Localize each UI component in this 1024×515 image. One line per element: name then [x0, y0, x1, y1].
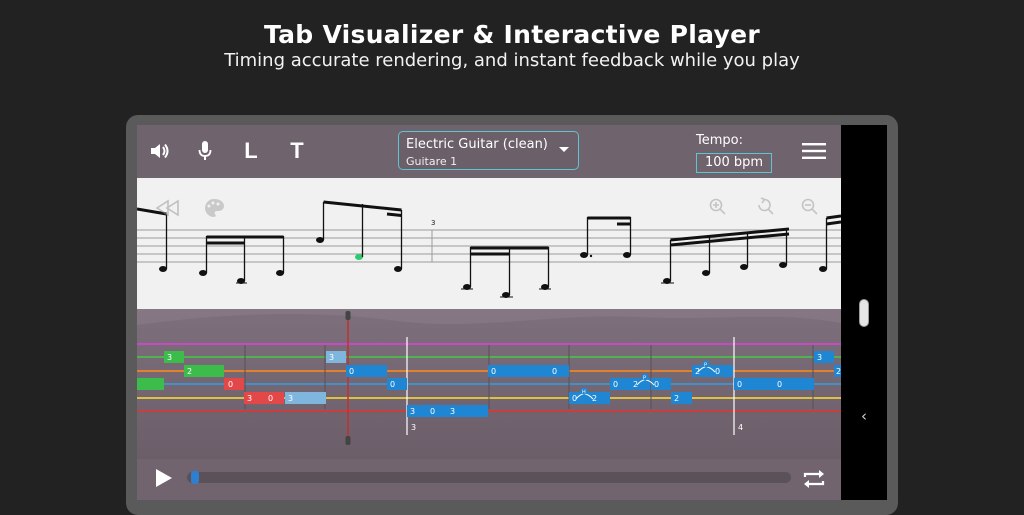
hammer-on-label: H — [582, 390, 586, 396]
note-label: 3 — [410, 407, 415, 416]
hamburger-menu-icon[interactable] — [802, 138, 826, 164]
note-block — [224, 378, 244, 390]
pull-off-label: P — [643, 376, 646, 382]
lyrics-toggle-button[interactable]: L — [241, 138, 261, 164]
instrument-name: Electric Guitar (clean) — [406, 137, 548, 152]
app-screen: L T Electric Guitar (clean) Guitare 1 Te… — [137, 125, 841, 500]
measure-number: 4 — [738, 423, 743, 432]
notation-staff: 3 — [137, 178, 841, 309]
note-label: 0 — [613, 380, 618, 389]
note-label: 3 — [167, 353, 172, 362]
progress-slider[interactable] — [187, 472, 791, 483]
note-label: 3 — [247, 394, 252, 403]
player-bar — [137, 459, 841, 500]
note-label: 0 — [228, 380, 233, 389]
instrument-selector[interactable]: Electric Guitar (clean) Guitare 1 — [398, 131, 579, 170]
tempo-field[interactable]: 100 bpm — [696, 153, 772, 173]
palette-icon[interactable] — [205, 199, 224, 217]
note-label: 2 — [836, 367, 841, 376]
track-name: Guitare 1 — [406, 155, 458, 168]
note-label: 3 — [450, 407, 455, 416]
note-label: 0 — [654, 380, 659, 389]
note-label: 0 — [715, 367, 720, 376]
zoom-out-icon[interactable] — [801, 198, 818, 215]
note-group-4 — [461, 246, 551, 298]
note-group-1 — [137, 207, 168, 272]
note-label: 0 — [349, 367, 354, 376]
tab-visualizer[interactable]: 3 4 3 2 0 3 0 3 3 0 0 3 0 3 0 0 0 2 0 2 … — [137, 309, 841, 459]
note-group-7 — [819, 214, 841, 272]
play-icon[interactable] — [155, 468, 173, 492]
note-block — [264, 392, 284, 404]
note-label: 2 — [674, 394, 679, 403]
note-block — [137, 378, 164, 390]
note-label: 0 — [430, 407, 435, 416]
microphone-icon[interactable] — [198, 138, 212, 164]
note-block — [488, 365, 549, 377]
note-label: 0 — [777, 380, 782, 389]
note-label: 3 — [288, 394, 293, 403]
hero-subtitle: Timing accurate rendering, and instant f… — [224, 50, 800, 71]
back-chevron-icon[interactable]: ‹ — [855, 406, 873, 426]
repeat-icon[interactable] — [802, 468, 826, 494]
dropdown-arrow-icon — [559, 147, 569, 152]
measure-number: 3 — [411, 423, 416, 432]
text-toggle-button[interactable]: T — [287, 138, 307, 164]
note-label: 0 — [268, 394, 273, 403]
note-group-6 — [661, 227, 790, 284]
pull-off-label: P — [704, 363, 707, 369]
note-label: 2 — [695, 367, 700, 376]
note-label: 0 — [552, 367, 557, 376]
note-label: 0 — [390, 380, 395, 389]
note-label: 0 — [737, 380, 742, 389]
toolbar: L T Electric Guitar (clean) Guitare 1 Te… — [137, 125, 841, 178]
tempo-label: Tempo: — [696, 133, 743, 148]
progress-thumb[interactable] — [190, 471, 199, 484]
zoom-reset-icon[interactable] — [758, 197, 774, 215]
hero-title: Tab Visualizer & Interactive Player — [263, 20, 761, 49]
note-label: 3 — [329, 353, 334, 362]
measure-number: 3 — [431, 219, 435, 227]
note-group-2 — [199, 235, 285, 284]
note-label: 0 — [491, 367, 496, 376]
zoom-in-icon[interactable] — [709, 198, 726, 215]
note-label: 2 — [187, 367, 192, 376]
speaker-icon[interactable] — [149, 138, 171, 164]
home-pill-icon[interactable] — [859, 299, 869, 327]
note-label: 3 — [817, 353, 822, 362]
